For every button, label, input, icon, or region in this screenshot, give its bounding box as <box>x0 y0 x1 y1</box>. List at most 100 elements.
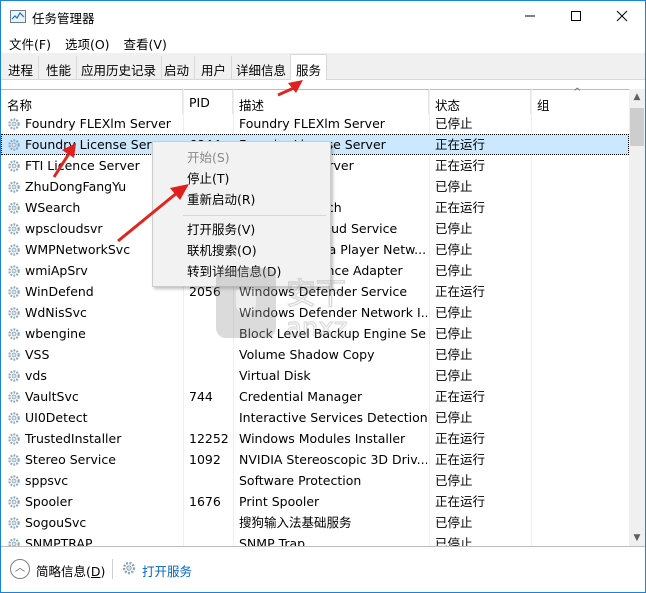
service-group <box>537 302 627 323</box>
service-pid <box>189 113 233 134</box>
service-group <box>537 197 627 218</box>
tab-performance[interactable]: 性能 <box>41 56 78 80</box>
tab-bar: 进程 性能 应用历史记录 启动 用户 详细信息 服务 <box>1 53 645 81</box>
tab-services[interactable]: 服务 <box>290 54 328 81</box>
title-bar[interactable]: 任务管理器 <box>1 1 645 31</box>
fewer-details-button[interactable]: 简略信息(D) <box>36 561 105 580</box>
context-menu-separator <box>183 215 326 216</box>
service-row[interactable]: vds Virtual Disk 已停止 <box>1 365 629 386</box>
service-status: 已停止 <box>435 326 473 341</box>
service-group <box>537 113 627 134</box>
tab-users[interactable]: 用户 <box>196 56 233 80</box>
service-group <box>537 407 627 428</box>
service-status: 已停止 <box>435 305 473 320</box>
service-gear-icon <box>8 370 20 382</box>
service-row[interactable]: Foundry FLEXlm Server Foundry FLEXlm Serv… <box>1 113 629 134</box>
service-row[interactable]: Stereo Service 1092 NVIDIA Stereoscopic 3D… <box>1 449 629 470</box>
service-description: Windows Defender Network I... <box>239 305 427 320</box>
service-description: Print Spooler <box>239 494 320 509</box>
window-title: 任务管理器 <box>32 11 95 26</box>
service-description: Software Protection <box>239 473 362 488</box>
service-gear-icon <box>8 160 20 172</box>
service-name: Foundry FLEXlm Server <box>25 116 171 131</box>
service-group <box>537 344 627 365</box>
service-row[interactable]: WdNisSvc Windows Defender Network I... 已停止 <box>1 302 629 323</box>
service-pid: 12252 <box>189 431 229 446</box>
fewer-details-label: 简略信息( <box>36 564 91 579</box>
service-row[interactable]: VSS Volume Shadow Copy 已停止 <box>1 344 629 365</box>
service-row[interactable]: UI0Detect Interactive Services Detection 已… <box>1 407 629 428</box>
service-row[interactable]: sppsvc Software Protection 已停止 <box>1 470 629 491</box>
tab-processes[interactable]: 进程 <box>3 56 40 80</box>
service-gear-icon <box>8 307 20 319</box>
vertical-scrollbar[interactable]: ▲ ▼ <box>629 89 645 546</box>
menu-view[interactable]: 查看(V) <box>116 31 173 53</box>
service-gear-icon <box>8 328 20 340</box>
context-menu-start[interactable]: 开始(S) <box>154 147 329 168</box>
menu-bar: 文件(F) 选项(O) 查看(V) <box>1 31 645 53</box>
menu-options[interactable]: 选项(O) <box>57 31 116 53</box>
service-group <box>537 176 627 197</box>
service-group <box>537 155 627 176</box>
service-row[interactable]: Spooler 1676 Print Spooler 正在运行 <box>1 491 629 512</box>
service-row[interactable]: VaultSvc 744 Credential Manager 正在运行 <box>1 386 629 407</box>
service-gear-icon <box>8 349 20 361</box>
service-group <box>537 218 627 239</box>
service-status: 已停止 <box>435 242 473 257</box>
service-name: SNMPTRAP <box>25 536 93 546</box>
service-status: 已停止 <box>435 263 473 278</box>
context-menu-open-services[interactable]: 打开服务(V) <box>154 219 329 240</box>
service-status: 已停止 <box>435 179 473 194</box>
service-gear-icon <box>8 202 20 214</box>
service-pid <box>189 470 233 491</box>
service-status: 已停止 <box>435 347 473 362</box>
service-row[interactable]: SNMPTRAP SNMP Trap 已停止 <box>1 533 629 546</box>
service-name: vds <box>25 368 47 383</box>
tab-app-history[interactable]: 应用历史记录 <box>76 56 163 80</box>
minimize-button[interactable] <box>507 1 553 31</box>
context-menu-restart[interactable]: 重新启动(R) <box>154 189 329 210</box>
service-pid: 744 <box>189 389 213 404</box>
service-row[interactable]: SogouSvc 搜狗输入法基础服务 已停止 <box>1 512 629 533</box>
service-row[interactable]: TrustedInstaller 12252 Windows Modules Ins… <box>1 428 629 449</box>
column-header-pid[interactable]: PID <box>183 90 233 114</box>
fewer-details-chevron-up-icon[interactable]: ︿ <box>10 559 30 579</box>
tab-startup[interactable]: 启动 <box>159 56 196 80</box>
service-group <box>537 449 627 470</box>
service-group <box>537 323 627 344</box>
maximize-button[interactable] <box>553 1 599 31</box>
maximize-icon <box>571 11 581 21</box>
service-group <box>537 281 627 302</box>
service-status: 正在运行 <box>435 431 486 446</box>
scroll-down-arrow-icon[interactable]: ▼ <box>629 530 645 546</box>
column-header-status[interactable]: 状态 <box>429 90 531 114</box>
close-button[interactable] <box>599 1 645 31</box>
service-gear-icon <box>8 118 20 130</box>
context-menu-search-online[interactable]: 联机搜索(O) <box>154 240 329 261</box>
scroll-up-arrow-icon[interactable]: ▲ <box>629 89 645 106</box>
service-status: 正在运行 <box>435 494 486 509</box>
service-status: 已停止 <box>435 221 473 236</box>
service-status: 已停止 <box>435 410 473 425</box>
service-status: 已停止 <box>435 536 473 546</box>
menu-file[interactable]: 文件(F) <box>1 31 57 53</box>
service-description: 搜狗输入法基础服务 <box>239 515 352 530</box>
column-header-description[interactable]: 描述 <box>233 90 429 114</box>
context-menu-go-to-details[interactable]: 转到详细信息(D) <box>154 261 329 282</box>
service-status: 正在运行 <box>435 284 486 299</box>
service-gear-icon <box>8 496 20 508</box>
service-pid <box>189 323 233 344</box>
service-description: Foundry FLEXlm Server <box>239 116 385 131</box>
service-description: SNMP Trap <box>239 536 306 546</box>
service-pid <box>189 344 233 365</box>
tab-details[interactable]: 详细信息 <box>231 56 293 80</box>
service-name: UI0Detect <box>25 410 88 425</box>
service-pid <box>189 407 233 428</box>
context-menu-stop[interactable]: 停止(T) <box>154 168 329 189</box>
service-pid <box>189 365 233 386</box>
column-header-name[interactable]: 名称 <box>1 90 183 114</box>
sort-ascending-icon: ^ <box>573 87 582 98</box>
service-row[interactable]: wbengine Block Level Backup Engine Se... 已… <box>1 323 629 344</box>
scrollbar-thumb[interactable] <box>630 108 644 146</box>
open-services-link[interactable]: 打开服务 <box>142 561 192 580</box>
